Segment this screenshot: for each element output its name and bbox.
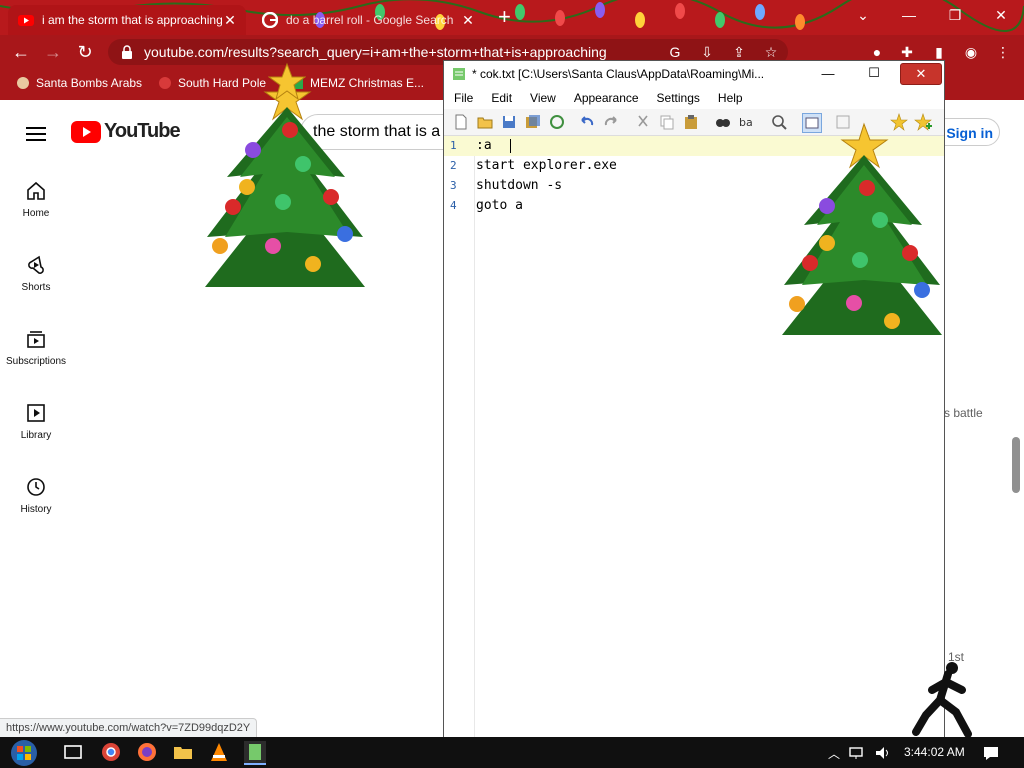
reload-file-icon[interactable]	[548, 113, 566, 131]
youtube-favicon-icon	[18, 15, 34, 26]
reload-button[interactable]: ↻	[74, 41, 96, 63]
notepad-close-button[interactable]: ✕	[900, 63, 942, 85]
menu-hamburger-icon[interactable]	[26, 123, 46, 145]
back-button[interactable]: ←	[10, 41, 32, 63]
tab-title: do a barrel roll - Google Search	[286, 13, 454, 27]
new-tab-button[interactable]: +	[498, 6, 511, 28]
taskbar-clock[interactable]: 3:44:02 AM	[904, 745, 965, 759]
undo-icon[interactable]	[578, 113, 596, 131]
new-file-icon[interactable]	[452, 113, 470, 131]
youtube-logo[interactable]: YouTube	[71, 120, 181, 143]
youtube-play-icon	[71, 120, 101, 143]
history-icon	[27, 478, 45, 496]
show-hidden-icons-button[interactable]: ︿	[828, 745, 840, 762]
google-favicon-icon	[262, 12, 278, 28]
replace-icon[interactable]: ba	[738, 113, 756, 131]
close-window-button[interactable]: ✕	[978, 0, 1024, 30]
address-url: youtube.com/results?search_query=i+am+th…	[144, 44, 607, 60]
paste-icon[interactable]	[682, 113, 700, 131]
account-icon[interactable]: ◉	[962, 44, 980, 62]
bookmark-icon	[17, 77, 29, 89]
notification-center-icon[interactable]	[982, 744, 1000, 762]
sidebar-item-subscriptions[interactable]: Subscriptions	[0, 328, 72, 367]
lock-icon	[122, 45, 132, 59]
notepad-menubar: File Edit View Appearance Settings Help	[444, 87, 944, 109]
save-icon[interactable]	[500, 113, 518, 131]
copy-icon[interactable]	[658, 113, 676, 131]
library-icon	[27, 404, 45, 422]
tab-search-icon[interactable]: ⌄	[840, 0, 886, 30]
menu-help[interactable]: Help	[718, 91, 743, 105]
notepad-app-icon	[453, 68, 465, 80]
find-icon[interactable]	[714, 113, 732, 131]
forward-button[interactable]: →	[42, 41, 64, 63]
video-title-fragment[interactable]: s battle	[944, 406, 983, 420]
tab-google-search[interactable]: do a barrel roll - Google Search ✕	[252, 5, 484, 35]
runner-silhouette-decoration	[912, 662, 972, 738]
browser-tab-strip: i am the storm that is approaching ✕ do …	[0, 0, 1024, 35]
page-scrollbar-thumb[interactable]	[1012, 437, 1020, 493]
network-icon[interactable]	[848, 744, 866, 762]
home-icon	[27, 181, 45, 200]
tab-title: i am the storm that is approaching	[42, 13, 222, 27]
line-number-gutter	[444, 136, 475, 740]
notepad-minimize-button[interactable]: —	[808, 63, 848, 83]
start-orb-icon[interactable]	[10, 739, 38, 767]
sidebar-item-shorts[interactable]: Shorts	[0, 254, 72, 293]
notepad-maximize-button[interactable]: ☐	[854, 63, 894, 83]
windows-taskbar: ︿ 3:44:02 AM	[0, 737, 1024, 768]
task-view-icon[interactable]	[62, 741, 84, 763]
shorts-icon	[28, 255, 44, 274]
sidebar-item-library[interactable]: Library	[0, 402, 72, 441]
svg-text:ba: ba	[739, 116, 753, 129]
menu-edit[interactable]: Edit	[491, 91, 512, 105]
star-decoration	[268, 62, 306, 101]
chrome-menu-icon[interactable]: ⋮	[994, 44, 1012, 62]
chrome-icon[interactable]	[100, 741, 122, 763]
tab-youtube[interactable]: i am the storm that is approaching ✕	[8, 5, 246, 35]
menu-settings[interactable]: Settings	[657, 91, 700, 105]
open-folder-icon[interactable]	[476, 113, 494, 131]
sidebar-item-home[interactable]: Home	[0, 180, 72, 219]
menu-appearance[interactable]: Appearance	[574, 91, 639, 105]
save-all-icon[interactable]	[524, 113, 542, 131]
menu-view[interactable]: View	[530, 91, 556, 105]
menu-file[interactable]: File	[454, 91, 473, 105]
file-explorer-icon[interactable]	[172, 741, 194, 763]
bookmark-icon	[159, 77, 171, 89]
christmas-tree-decoration	[782, 122, 942, 335]
close-tab-icon[interactable]: ✕	[460, 12, 476, 29]
text-cursor-icon	[510, 139, 511, 153]
minimize-button[interactable]: —	[886, 0, 932, 30]
subscriptions-icon	[27, 331, 45, 348]
firefox-icon[interactable]	[136, 741, 158, 763]
vlc-icon[interactable]	[208, 741, 230, 763]
sidebar-item-history[interactable]: History	[0, 476, 72, 515]
redo-icon[interactable]	[602, 113, 620, 131]
restore-button[interactable]: ❐	[932, 0, 978, 30]
volume-icon[interactable]	[874, 744, 892, 762]
cut-icon[interactable]	[634, 113, 652, 131]
close-tab-icon[interactable]: ✕	[222, 12, 238, 29]
link-status-url: https://www.youtube.com/watch?v=7ZD99dqz…	[0, 718, 258, 738]
bookmark-santa-bombs[interactable]: Santa Bombs Arabs	[16, 76, 142, 90]
notepad-plus-plus-taskbar-icon[interactable]	[244, 741, 266, 765]
